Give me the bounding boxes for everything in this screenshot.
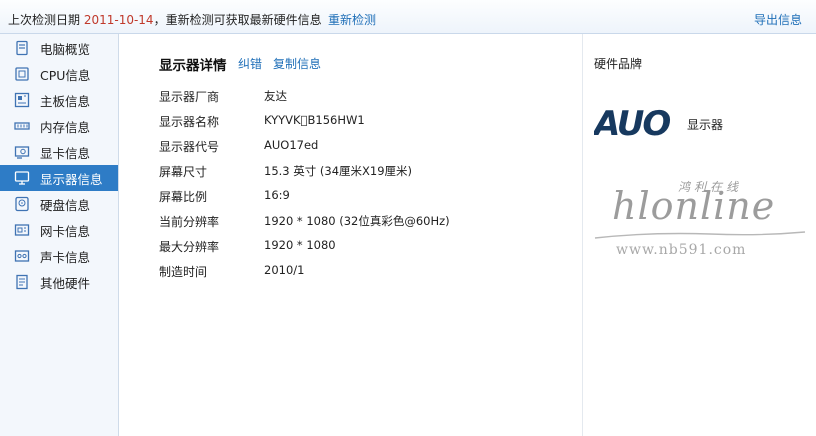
detail-row-max-resolution: 最大分辨率 1920 * 1080 [159, 238, 579, 258]
detail-key: 屏幕比例 [159, 190, 208, 204]
sidebar-item-sound-card[interactable]: 声卡信息 [0, 243, 118, 269]
export-info-link[interactable]: 导出信息 [754, 11, 802, 28]
detail-value: AUO17ed [264, 138, 319, 152]
sidebar-item-label: 内存信息 [40, 119, 91, 135]
watermark: 鸿利在线 hlonline www.nb591.com [590, 172, 810, 262]
memory-icon [14, 118, 30, 134]
monitor-detail-panel: 显示器详情 纠错 复制信息 显示器厂商 友达 显示器名称 KYYVK B156H… [120, 34, 581, 436]
graphics-card-icon [14, 144, 30, 160]
hard-disk-icon [14, 196, 30, 212]
other-hardware-icon [14, 274, 30, 290]
detail-row-aspect-ratio: 屏幕比例 16:9 [159, 188, 579, 208]
network-card-icon [14, 222, 30, 238]
detail-value: 1920 * 1080 [264, 238, 336, 252]
detail-value: 1920 * 1080 (32位真彩色@60Hz) [264, 214, 450, 228]
sidebar-item-other-hardware[interactable]: 其他硬件 [0, 269, 118, 295]
sidebar-item-network-card[interactable]: 网卡信息 [0, 217, 118, 243]
sidebar-item-memory[interactable]: 内存信息 [0, 113, 118, 139]
detail-value: 15.3 英寸 (34厘米X19厘米) [264, 164, 413, 178]
sidebar-item-cpu[interactable]: CPU信息 [0, 61, 118, 87]
sidebar-item-label: 主板信息 [40, 93, 91, 109]
auo-logo: AUO [591, 102, 674, 144]
last-check-info: 上次检测日期 2011-10-14，重新检测可获取最新硬件信息 [8, 11, 322, 28]
sidebar-item-label: 电脑概览 [40, 41, 91, 57]
detail-row-code: 显示器代号 AUO17ed [159, 138, 579, 158]
cpu-icon [14, 66, 30, 82]
sidebar-item-computer-overview[interactable]: 电脑概览 [0, 35, 118, 61]
detail-key: 显示器名称 [159, 115, 220, 129]
last-check-suffix: ，重新检测可获取最新硬件信息 [153, 13, 322, 27]
top-bar: 上次检测日期 2011-10-14，重新检测可获取最新硬件信息 重新检测 导出信… [0, 0, 816, 34]
auo-logo-text: AUO [594, 104, 670, 142]
detail-title: 显示器详情 [159, 58, 227, 74]
sidebar-item-label: 其他硬件 [40, 275, 91, 291]
sidebar-item-motherboard[interactable]: 主板信息 [0, 87, 118, 113]
last-check-prefix: 上次检测日期 [8, 13, 84, 27]
watermark-url: www.nb591.com [616, 242, 747, 258]
detail-key: 显示器代号 [159, 140, 220, 154]
detail-key: 显示器厂商 [159, 90, 220, 104]
computer-overview-icon [14, 40, 30, 56]
brand-type-label: 显示器 [687, 118, 724, 132]
detail-row-manufacture-date: 制造时间 2010/1 [159, 263, 579, 283]
detail-key: 当前分辨率 [159, 215, 220, 229]
sidebar-item-monitor[interactable]: 显示器信息 [0, 165, 118, 191]
detail-value: 友达 [264, 89, 287, 103]
sidebar-item-hard-disk[interactable]: 硬盘信息 [0, 191, 118, 217]
sidebar-item-label: 显示器信息 [40, 171, 103, 187]
recheck-link[interactable]: 重新检测 [328, 11, 376, 28]
detail-value: KYYVK B156HW1 [264, 113, 365, 127]
last-check-date: 2011-10-14 [83, 13, 154, 27]
sidebar-item-graphics-card[interactable]: 显卡信息 [0, 139, 118, 165]
monitor-icon [14, 170, 30, 186]
detail-value: 16:9 [264, 188, 290, 202]
detail-row-screen-size: 屏幕尺寸 15.3 英寸 (34厘米X19厘米) [159, 163, 579, 183]
brand-title: 硬件品牌 [594, 57, 643, 71]
sidebar-item-label: CPU信息 [40, 67, 91, 83]
detail-value: 2010/1 [264, 263, 305, 277]
detail-row-current-resolution: 当前分辨率 1920 * 1080 (32位真彩色@60Hz) [159, 213, 579, 233]
detail-row-name: 显示器名称 KYYVK B156HW1 [159, 113, 579, 133]
detail-key: 最大分辨率 [159, 240, 220, 254]
watermark-brand-text: hlonline [612, 184, 776, 228]
detail-row-manufacturer: 显示器厂商 友达 [159, 88, 579, 108]
sound-card-icon [14, 248, 30, 264]
sidebar-item-label: 声卡信息 [40, 249, 91, 265]
copy-info-link[interactable]: 复制信息 [273, 55, 321, 72]
detail-key: 屏幕尺寸 [159, 165, 208, 179]
sidebar-item-label: 硬盘信息 [40, 197, 91, 213]
sidebar-item-label: 网卡信息 [40, 223, 91, 239]
detail-key: 制造时间 [159, 265, 208, 279]
correct-error-link[interactable]: 纠错 [238, 55, 262, 72]
sidebar-item-label: 显卡信息 [40, 145, 91, 161]
motherboard-icon [14, 92, 30, 108]
sidebar: 电脑概览 CPU信息 主板信息 内存信息 显卡信息 显示器信息 硬盘信息 网卡信… [0, 34, 119, 436]
